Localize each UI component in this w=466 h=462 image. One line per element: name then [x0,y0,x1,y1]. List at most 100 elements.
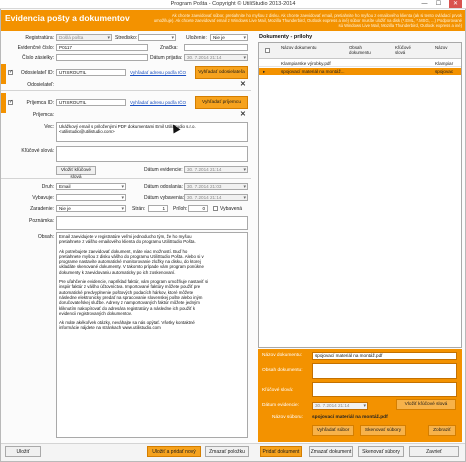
datum-vybavenia-picker[interactable]: 30. 7.2014 21:14 [184,194,248,201]
prijemca-id-input[interactable]: UTISROUTIL [56,99,126,106]
detail-skenovat-button[interactable]: Skenovať súbory [360,425,406,436]
vyhladat-prijemcu-button[interactable]: Vyhľadať príjemcu [195,96,248,109]
cislo-zasielky-input[interactable] [56,54,148,61]
stran-stepper[interactable]: 1 [148,205,168,212]
ulozenie-label: Uloženie: [186,35,207,41]
detail-nazov-label: Názov dokumentu: [262,353,302,358]
odosielatel-id-input[interactable]: UTISROUTIL [56,69,126,76]
add-document-button[interactable]: Pridať dokument [260,446,302,457]
separator [1,90,251,91]
table-row-selected[interactable]: ▸ spojovací materiál na montáž... spojov… [259,68,461,75]
maximize-button[interactable]: ☐ [432,0,445,8]
row-name: spojovací materiál na montáž... [281,69,345,74]
detail-zobrazit-button[interactable]: Zobraziť [428,425,456,436]
detail-obsah-label: Obsah dokumentu: [262,368,303,373]
obsah-paragraph: Email zaevidujete v registratúre veľmi j… [59,234,196,245]
vec-line-3: <utilistudio@utilistudio.com> [59,129,115,135]
zaradenie-label: Zaradenie: [30,206,54,212]
obsah-textarea[interactable]: Email zaevidujete v registratúre veľmi j… [56,232,248,438]
documents-grid[interactable]: Názov dokumentu Obsah dokumentu Kľúčové … [258,42,462,348]
prilohy-label: Príloh: [173,206,188,212]
datum-odoslania-picker[interactable]: 30. 7.2014 21:03 [184,183,248,190]
save-and-new-button[interactable]: Uložiť a pridať nový [147,446,201,457]
vec-label: Vec: [44,124,54,130]
detail-obsah-textarea[interactable] [312,363,457,379]
vec-line-1: Ukážkový email s priloženými PDF dokumen… [59,124,164,129]
row-file: Klampiar [435,61,454,66]
stredisko-select[interactable] [138,34,176,41]
column-header-nazov[interactable]: Názov dokumentu [281,45,321,50]
separator [1,178,251,179]
detail-klucove-label: Kľúčové slová: [262,388,294,393]
odosielatel-marker [1,64,6,84]
vyhladat-odosielatela-button[interactable]: Vyhľadať odosielateľa [195,66,248,79]
klucove-slova-label: Kľúčové slová: [21,148,54,154]
prijemca-id-label: Príjemca ID: [26,100,54,106]
row-pointer-icon: ▸ [263,69,266,74]
zaradenie-select[interactable]: Nie je [56,205,126,212]
odosielatel-id-label: Odosielateľ ID: [20,70,54,76]
column-header-obsah[interactable]: Obsah dokumentu [349,45,379,55]
znacka-input[interactable] [184,44,248,51]
window-title: Program Pošta - Copyright © UtiliStudio … [170,1,296,7]
column-header-nazov-suboru[interactable]: Názov [435,45,459,50]
registratura-label: Registratúra: [25,35,54,41]
datum-prijatia-picker[interactable]: 30. 7.2014 21:14 [184,54,248,61]
detail-subor-label: Názov súboru: [272,415,303,420]
detail-klucove-textarea[interactable] [312,382,457,397]
delete-item-button[interactable]: Zmazať položku [205,446,249,457]
datum-odoslania-label: Dátum odoslania: [144,184,183,190]
znacka-label: Značka: [160,45,178,51]
save-left-button[interactable]: Uložiť [5,446,41,457]
odosielatel-ico-link[interactable]: Vyhľadať adresu podľa IČO [130,70,186,75]
vybavena-checkbox[interactable] [213,206,218,211]
select-all-checkbox[interactable] [265,48,270,53]
header-banner: Evidencia pošty a dokumentov Ak chcete z… [1,10,465,31]
obsah-paragraph: Ak potrebujete zaevidovať dokument, máte… [59,248,204,275]
odosielatel-checkbox[interactable] [8,69,13,75]
datum-prijatia-label: Dátum prijatia: [150,55,183,61]
vec-textarea[interactable]: Ukážkový email s priloženými PDF dokumen… [56,122,248,142]
page-title: Evidencia pošty a dokumentov [5,13,130,23]
prijemca-checkbox[interactable] [8,99,13,105]
registratura-select[interactable]: Došlá pošta [56,34,112,41]
row-file: spojovac [435,69,454,74]
detail-vyhladat-subor-button[interactable]: Vyhľadať súbor [312,425,354,436]
vybavuje-label: Vybavuje: [32,195,54,201]
row-name: Klampiarske výrobky.pdf [281,61,331,66]
poznamka-textarea[interactable] [56,216,248,230]
klucove-slova-textarea[interactable] [56,146,248,162]
detail-nazov-input[interactable]: spojovací materiál na montáž.pdf [312,352,457,360]
minimize-button[interactable]: — [418,0,431,8]
cislo-zasielky-label: Číslo zásielky: [22,55,54,61]
obsah-paragraph: Ak máte akékoľvek otázky, neváhajte sa n… [59,320,195,331]
odosielatel-label: Odosielateľ: [27,82,54,88]
delete-document-button[interactable]: Zmazať dokument [309,446,353,457]
document-detail-panel: Názov dokumentu: spojovací materiál na m… [258,349,462,442]
clear-odosielatel-icon[interactable]: ✕ [240,81,246,88]
vlozit-klucove-slova-button[interactable]: Vložiť kľúčové slová [56,166,96,180]
obsah-label: Obsah: [37,234,54,240]
scan-files-button[interactable]: Skenovať súbory [358,446,404,457]
clear-prijemca-icon[interactable]: ✕ [240,111,246,118]
bottom-toolbar: Uložiť Uložiť a pridať nový Zmazať polož… [1,443,465,461]
column-header-klucove[interactable]: Kľúčové slová [395,45,421,55]
evidencne-cislo-label: Evidenčné číslo: [17,45,54,51]
detail-vlozit-klucove-button[interactable]: Vložiť kľúčové slová [396,399,456,410]
druh-select[interactable]: Email [56,183,126,190]
prijemca-ico-link[interactable]: Vyhľadať adresu podľa IČO [130,100,186,105]
title-bar: Program Pošta - Copyright © UtiliStudio … [0,0,466,9]
datum-evidencie-picker[interactable]: 30. 7.2014 21:14 [184,166,248,173]
vybavuje-select[interactable] [56,194,126,201]
close-window-button[interactable]: ✕ [449,0,462,8]
datum-vybavenia-label: Dátum vybavenia: [144,195,185,201]
stran-label: Strán: [132,206,146,212]
documents-panel-title: Dokumenty - prílohy [259,34,313,40]
evidencne-cislo-input[interactable]: P0117 [56,44,148,51]
close-button[interactable]: Zavrieť [409,446,459,457]
header-info-text: Ak chcete zaevidovať súbor, pretiahnite … [153,13,462,28]
prilohy-stepper[interactable]: 0 [188,205,208,212]
detail-datum-picker[interactable]: 30. 7.2014 21:14 [312,402,368,410]
ulozenie-select[interactable]: Nie je [210,34,248,41]
table-row[interactable]: Klampiarske výrobky.pdf Klampiar [259,60,461,67]
